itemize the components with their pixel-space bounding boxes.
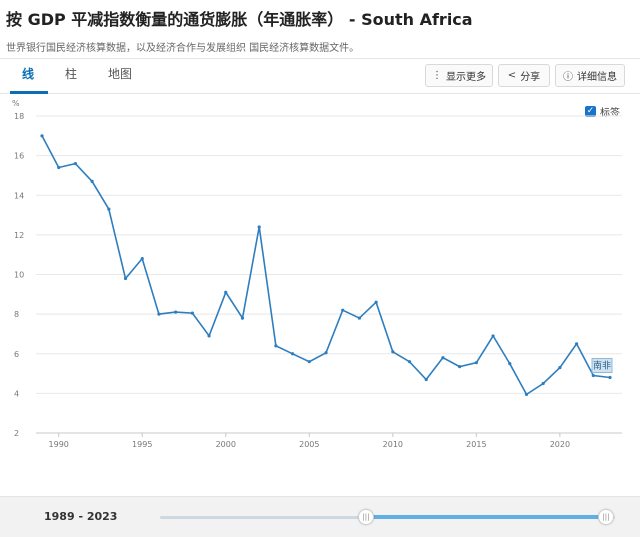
y-tick-label: 2	[14, 429, 19, 438]
data-point[interactable]	[524, 392, 529, 396]
data-point[interactable]	[240, 316, 245, 320]
range-end-handle[interactable]: |||	[598, 509, 614, 525]
y-tick-label: 18	[14, 112, 24, 121]
data-point[interactable]	[508, 362, 512, 366]
data-point[interactable]	[107, 207, 111, 211]
data-point[interactable]	[374, 300, 378, 304]
data-point[interactable]	[257, 225, 261, 229]
y-tick-label: 4	[14, 389, 19, 398]
data-point[interactable]	[574, 342, 579, 346]
data-point[interactable]	[207, 334, 211, 338]
data-point[interactable]	[274, 344, 278, 348]
data-point[interactable]	[57, 165, 61, 170]
y-tick-label: 8	[14, 310, 19, 319]
tab-map[interactable]: 地图	[108, 65, 132, 82]
data-point[interactable]	[391, 350, 395, 354]
data-point[interactable]	[224, 290, 228, 294]
data-point[interactable]	[40, 134, 44, 138]
data-point[interactable]	[174, 310, 178, 314]
data-point[interactable]	[90, 179, 94, 183]
data-point[interactable]	[541, 381, 545, 386]
data-point[interactable]	[324, 351, 328, 355]
data-point[interactable]	[608, 375, 612, 380]
x-tick-label: 2005	[299, 440, 319, 449]
share-button[interactable]: < 分享	[498, 64, 550, 87]
x-tick-label: 1990	[49, 440, 69, 449]
tab-line[interactable]: 线	[22, 65, 34, 82]
data-point[interactable]	[441, 356, 445, 360]
x-tick-label: 2000	[216, 440, 236, 449]
range-start-handle[interactable]: |||	[358, 509, 374, 525]
y-tick-label: 10	[14, 271, 24, 280]
data-point[interactable]	[424, 377, 428, 382]
chart-toolbar: 线 柱 地图 ⋮ 显示更多 < 分享 ⓘ 详细信息	[0, 58, 640, 94]
data-point[interactable]	[357, 316, 362, 320]
series-line-south-africa	[41, 135, 611, 396]
range-slider-fill	[366, 515, 606, 519]
data-point[interactable]	[407, 360, 412, 364]
data-point[interactable]	[157, 312, 161, 316]
show-more-button[interactable]: ⋮ 显示更多	[425, 64, 493, 87]
range-footer: 1989 - 2023 ||| |||	[0, 496, 640, 537]
y-tick-label: 16	[14, 152, 24, 161]
data-point[interactable]	[474, 361, 478, 365]
line-chart: % 2 4 6 8 10 12 14 16 18 1990 1995 2000 2005 2010 2015 2…	[12, 99, 622, 449]
y-tick-label: 14	[14, 191, 24, 200]
more-vertical-icon: ⋮	[432, 70, 442, 81]
data-point[interactable]	[123, 276, 128, 281]
data-point[interactable]	[140, 257, 144, 261]
data-point[interactable]	[341, 308, 345, 312]
details-label: 详细信息	[577, 72, 617, 83]
data-point[interactable]	[491, 334, 495, 338]
data-point[interactable]	[73, 161, 78, 166]
share-icon: <	[507, 70, 517, 81]
x-tick-label: 1995	[132, 440, 152, 449]
series-end-label: 南非	[593, 360, 611, 372]
active-tab-indicator	[10, 91, 48, 94]
data-point[interactable]	[290, 352, 295, 356]
data-point[interactable]	[307, 360, 311, 364]
share-label: 分享	[520, 72, 541, 83]
info-icon: ⓘ	[563, 72, 573, 83]
page-title: 按 GDP 平减指数衡量的通货膨胀（年通胀率） - South Africa	[6, 10, 473, 29]
y-tick-label: 12	[14, 231, 24, 240]
x-tick-label: 2015	[466, 440, 486, 449]
x-tick-label: 2020	[550, 440, 570, 449]
y-tick-label: 6	[14, 350, 19, 359]
data-point[interactable]	[458, 365, 462, 369]
x-tick-label: 2010	[383, 440, 403, 449]
range-label: 1989 - 2023	[44, 510, 118, 523]
source-note: 世界银行国民经济核算数据，以及经济合作与发展组织 国民经济核算数据文件。	[6, 43, 360, 54]
tab-bar[interactable]: 柱	[65, 65, 77, 82]
data-point[interactable]	[558, 366, 562, 370]
details-button[interactable]: ⓘ 详细信息	[555, 64, 625, 87]
data-point[interactable]	[190, 311, 194, 315]
show-more-label: 显示更多	[446, 72, 486, 83]
data-point[interactable]	[591, 373, 595, 378]
y-unit-label: %	[12, 99, 20, 108]
